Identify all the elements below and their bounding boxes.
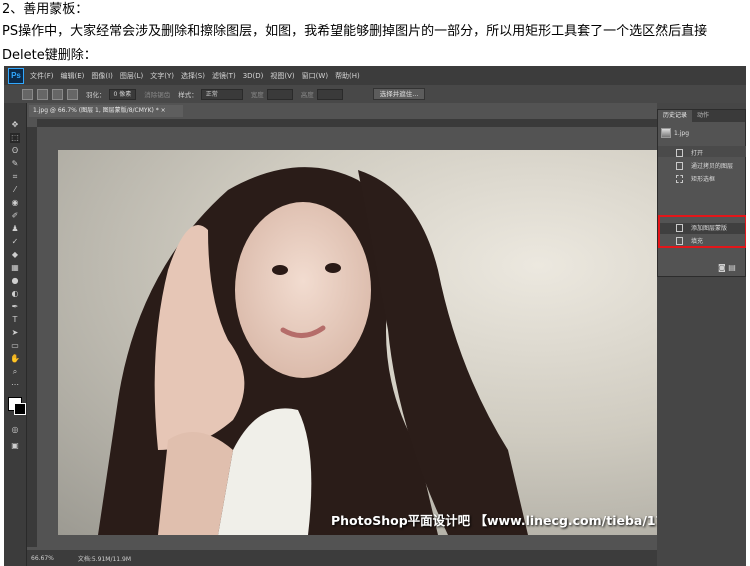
article-line-2: PS操作中，大家经常会涉及删除和擦除图层，如图，我希望能够删掉图片的一部分，所以… bbox=[2, 24, 708, 39]
style-label: 样式： bbox=[178, 91, 198, 99]
menu-file[interactable]: 文件(F) bbox=[30, 71, 54, 81]
snapshot-thumbnail bbox=[661, 128, 671, 138]
document-size: 文档:5.91M/11.9M bbox=[77, 555, 132, 563]
height-input[interactable] bbox=[316, 88, 343, 100]
blur-tool-icon[interactable]: ● bbox=[10, 276, 20, 286]
history-snapshot[interactable]: 1.jpg bbox=[661, 128, 689, 138]
panel-tabs: 历史记录 动作 bbox=[658, 110, 745, 122]
move-tool-icon[interactable]: ✥ bbox=[10, 120, 20, 130]
document-icon bbox=[676, 148, 683, 157]
history-item-open[interactable]: 打开 bbox=[676, 148, 703, 157]
menu-view[interactable]: 视图(V) bbox=[270, 71, 294, 81]
gradient-tool-icon[interactable]: ▦ bbox=[10, 263, 20, 273]
select-and-mask-button[interactable]: 选择并遮住... bbox=[372, 88, 426, 100]
height-label: 高度 bbox=[300, 91, 314, 99]
antialias-checkbox[interactable]: 消除锯齿 bbox=[144, 89, 170, 99]
feather-input[interactable]: 0 像素 bbox=[108, 88, 137, 100]
menu-layer[interactable]: 图层(L) bbox=[120, 71, 143, 81]
photoshop-window: Ps 文件(F) 编辑(E) 图像(I) 图层(L) 文字(Y) 选择(S) 滤… bbox=[4, 66, 746, 566]
tools-panel: ✥ ⬚ ʘ ✎ ⌗ ⁄ ◉ ✐ ♟ ✓ ◆ ▦ ● ◐ ✒ T ➤ ▭ ✋ ⌕ … bbox=[4, 103, 27, 566]
watermark: PhotoShop平面设计吧 【www.linecg.com/tieba/178… bbox=[331, 513, 695, 528]
style-select[interactable]: 正常 bbox=[200, 88, 243, 100]
menu-select[interactable]: 选择(S) bbox=[181, 71, 205, 81]
horizontal-ruler bbox=[37, 119, 657, 127]
options-bar: 羽化： 0 像素 消除锯齿 样式： 正常 宽度 高度 选择并遮住... bbox=[4, 85, 746, 104]
eyedropper-tool-icon[interactable]: ⁄ bbox=[10, 185, 20, 195]
zoom-tool-icon[interactable]: ⌕ bbox=[10, 367, 20, 377]
history-brush-tool-icon[interactable]: ✓ bbox=[10, 237, 20, 247]
menu-edit[interactable]: 编辑(E) bbox=[61, 71, 85, 81]
intersect-selection-icon[interactable] bbox=[67, 88, 78, 100]
crop-tool-icon[interactable]: ⌗ bbox=[10, 172, 20, 182]
history-label: 打开 bbox=[691, 150, 704, 157]
right-panels: 历史记录 动作 1.jpg 打开 通过拷贝的图层 矩形选框 添加图层蒙版 填充 … bbox=[657, 103, 746, 566]
dodge-tool-icon[interactable]: ◐ bbox=[10, 289, 20, 299]
history-label: 矩形选框 bbox=[691, 176, 716, 183]
feather-label: 羽化： bbox=[86, 91, 106, 99]
subtract-selection-icon[interactable] bbox=[52, 88, 63, 100]
article-line-3: Delete键删除： bbox=[2, 48, 97, 63]
highlight-box bbox=[658, 215, 746, 248]
width-label: 宽度 bbox=[250, 91, 264, 99]
type-tool-icon[interactable]: T bbox=[10, 315, 20, 325]
status-bar: 66.67% 文档:5.91M/11.9M bbox=[27, 550, 657, 566]
snapshot-label: 1.jpg bbox=[674, 129, 690, 137]
history-item-rect-marquee[interactable]: 矩形选框 bbox=[676, 174, 715, 183]
menu-image[interactable]: 图像(I) bbox=[91, 71, 113, 81]
width-input[interactable] bbox=[266, 88, 293, 100]
zoom-level[interactable]: 66.67% bbox=[31, 555, 54, 562]
history-panel: 历史记录 动作 1.jpg 打开 通过拷贝的图层 矩形选框 添加图层蒙版 填充 … bbox=[657, 109, 746, 277]
more-tools-icon[interactable]: ⋯ bbox=[10, 380, 20, 390]
shape-tool-icon[interactable]: ▭ bbox=[10, 341, 20, 351]
lasso-tool-icon[interactable]: ʘ bbox=[10, 146, 20, 156]
brush-tool-icon[interactable]: ✐ bbox=[10, 211, 20, 221]
camera-icon[interactable]: ◙ ▤ bbox=[718, 263, 736, 272]
menu-filter[interactable]: 滤镜(T) bbox=[212, 71, 236, 81]
document-area: 1.jpg @ 66.7% (图层 1, 图层蒙版/8/CMYK) * × Ph… bbox=[27, 103, 694, 566]
document-tab[interactable]: 1.jpg @ 66.7% (图层 1, 图层蒙版/8/CMYK) * × bbox=[29, 105, 183, 117]
document-icon bbox=[676, 161, 683, 170]
healing-tool-icon[interactable]: ◉ bbox=[10, 198, 20, 208]
photoshop-logo: Ps bbox=[8, 67, 24, 84]
quick-mask-icon[interactable]: ◎ bbox=[10, 425, 20, 435]
quick-select-tool-icon[interactable]: ✎ bbox=[10, 159, 20, 169]
add-selection-icon[interactable] bbox=[37, 88, 48, 100]
tab-history[interactable]: 历史记录 bbox=[658, 110, 693, 122]
marquee-tool-icon[interactable]: ⬚ bbox=[10, 133, 20, 143]
pen-tool-icon[interactable]: ✒ bbox=[10, 302, 20, 312]
path-select-tool-icon[interactable]: ➤ bbox=[10, 328, 20, 338]
history-item-layer-via-copy[interactable]: 通过拷贝的图层 bbox=[676, 161, 733, 170]
hand-tool-icon[interactable]: ✋ bbox=[10, 354, 20, 364]
menu-window[interactable]: 窗口(W) bbox=[302, 71, 328, 81]
new-selection-icon[interactable] bbox=[22, 88, 33, 100]
eraser-tool-icon[interactable]: ◆ bbox=[10, 250, 20, 260]
stamp-tool-icon[interactable]: ♟ bbox=[10, 224, 20, 234]
tab-actions[interactable]: 动作 bbox=[692, 110, 714, 122]
portrait-photo bbox=[98, 167, 528, 535]
vertical-ruler bbox=[27, 127, 37, 547]
menu-bar: Ps 文件(F) 编辑(E) 图像(I) 图层(L) 文字(Y) 选择(S) 滤… bbox=[4, 66, 746, 85]
marquee-icon bbox=[676, 174, 683, 183]
document-canvas[interactable] bbox=[58, 150, 658, 535]
history-label: 通过拷贝的图层 bbox=[691, 163, 734, 170]
background-color-swatch[interactable] bbox=[14, 403, 26, 415]
screen-mode-icon[interactable]: ▣ bbox=[10, 441, 20, 451]
menu-help[interactable]: 帮助(H) bbox=[335, 71, 360, 81]
article-line-1: 2、善用蒙板： bbox=[2, 2, 89, 17]
menu-3d[interactable]: 3D(D) bbox=[243, 72, 264, 80]
menu-type[interactable]: 文字(Y) bbox=[150, 71, 174, 81]
